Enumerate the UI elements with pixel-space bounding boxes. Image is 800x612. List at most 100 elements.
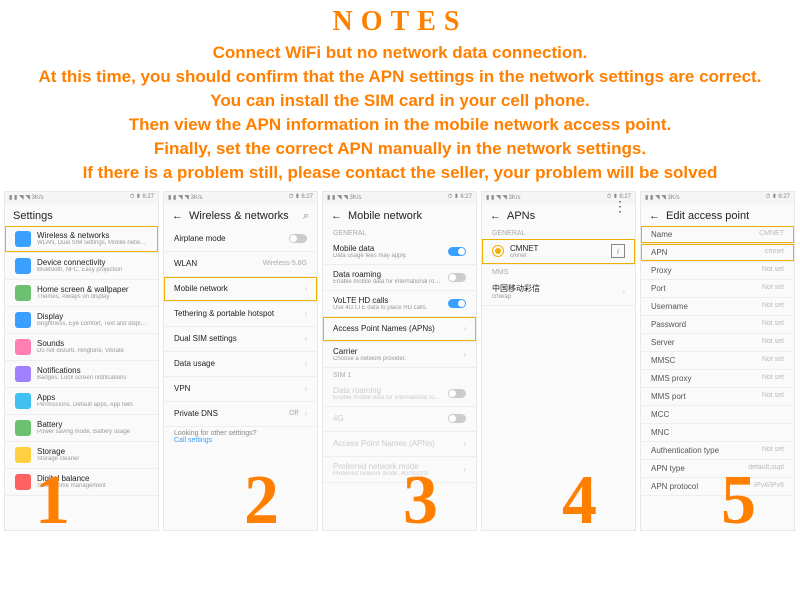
settings-item[interactable]: StorageStorage cleaner — [5, 442, 158, 469]
notes-line-4: Then view the APN information in the mob… — [0, 114, 800, 136]
apn-field[interactable]: PasswordNot set — [641, 316, 794, 334]
item-title: Notifications — [37, 366, 148, 375]
apn-field[interactable]: MCC — [641, 406, 794, 424]
mobile-network-item[interactable]: 4G — [323, 407, 476, 432]
toggle-switch[interactable] — [289, 234, 307, 243]
settings-item[interactable]: DisplayBrightness, Eye comfort, Text and… — [5, 307, 158, 334]
section-sim1: SIM 1 — [323, 368, 476, 381]
screens-row: ▮ ▮ ◥ ◥ 3K/s ⏱ ▮ 6:27 Settings Wireless … — [4, 191, 796, 531]
wireless-item[interactable]: Tethering & portable hotspot› — [164, 302, 317, 327]
apn-field[interactable]: UsernameNot set — [641, 298, 794, 316]
apn-apn-field[interactable]: APN cmnet — [641, 244, 794, 262]
settings-item[interactable]: AppsPermissions, Default apps, App twin — [5, 388, 158, 415]
title-text: Wireless & networks — [189, 210, 289, 222]
toggle-switch[interactable] — [448, 414, 466, 423]
search-icon[interactable]: ⌕ — [303, 210, 309, 223]
wireless-item[interactable]: Airplane mode — [164, 227, 317, 252]
section-general: GENERAL — [482, 226, 635, 239]
field-value: Not set — [762, 374, 784, 383]
item-title: Data roaming — [333, 386, 442, 395]
settings-icon — [15, 420, 31, 436]
field-value: IPv4/IPv6 — [754, 482, 784, 491]
settings-item[interactable]: SoundsDo not disturb, Ringtone, Vibrate — [5, 334, 158, 361]
wireless-item[interactable]: Private DNSOff› — [164, 402, 317, 427]
mobile-network-item[interactable]: Mobile dataData usage fees may apply. — [323, 239, 476, 265]
settings-item[interactable]: Digital balanceScreen time management — [5, 469, 158, 496]
apn-field[interactable]: APN protocolIPv4/IPv6 — [641, 478, 794, 496]
mobile-network-item[interactable]: Data roamingEnable mobile data for inter… — [323, 265, 476, 291]
apn-field[interactable]: APN typedefault,supl — [641, 460, 794, 478]
status-left: ▮ ▮ ◥ ◥ 3K/s — [645, 194, 680, 201]
settings-item[interactable]: Home screen & wallpaperThemes, Always on… — [5, 280, 158, 307]
apn-mms-row[interactable]: 中国移动彩信 cmwap › — [482, 278, 635, 306]
apn-field[interactable]: ServerNot set — [641, 334, 794, 352]
apn-cmnet-row[interactable]: CMNET cmnet i — [482, 239, 635, 265]
phone-wireless: ▮ ▮ ◥ ◥ 3K/s ⏱ ▮ 6:27 ← Wireless & netwo… — [163, 191, 318, 531]
toggle-switch[interactable] — [448, 389, 466, 398]
toggle-switch[interactable] — [448, 299, 466, 308]
mobile-network-item[interactable]: Data roamingEnable mobile data for inter… — [323, 381, 476, 407]
info-icon[interactable]: i — [611, 244, 625, 258]
wireless-item[interactable]: Dual SIM settings› — [164, 327, 317, 352]
apn-field[interactable]: MMSCNot set — [641, 352, 794, 370]
back-icon[interactable]: ← — [490, 210, 501, 222]
apn-name-field[interactable]: Name CMNET — [641, 226, 794, 244]
field-label: Server — [651, 338, 675, 347]
chevron-right-icon: › — [304, 409, 307, 418]
step-number-1: 1 — [35, 466, 70, 531]
settings-item[interactable]: Device connectivityBluetooth, NFC, Easy … — [5, 253, 158, 280]
item-subtitle: Do not disturb, Ringtone, Vibrate — [37, 348, 148, 354]
phone-apns: ▮ ▮ ◥ ◥ 3K/s ⏱ ▮ 6:27 ← APNs ⋮ GENERAL C… — [481, 191, 636, 531]
menu-icon[interactable]: ⋮ — [613, 198, 627, 215]
radio-selected-icon[interactable] — [492, 245, 504, 257]
apn-field[interactable]: MMS portNot set — [641, 388, 794, 406]
field-value: CMNET — [759, 230, 784, 239]
settings-item[interactable]: Wireless & networksWLAN, Dual SIM settin… — [5, 226, 158, 253]
apn-field[interactable]: MNC — [641, 424, 794, 442]
wireless-item[interactable]: Mobile network› — [164, 277, 317, 302]
mobile-network-item[interactable]: Access Point Names (APNs)› — [323, 317, 476, 342]
settings-item[interactable]: NotificationsBadges, Lock screen notific… — [5, 361, 158, 388]
wireless-item[interactable]: Data usage› — [164, 352, 317, 377]
apn-field[interactable]: PortNot set — [641, 280, 794, 298]
settings-item[interactable]: BatteryPower saving mode, Battery usage — [5, 415, 158, 442]
apn-field[interactable]: ProxyNot set — [641, 262, 794, 280]
phone-edit-apn: ▮ ▮ ◥ ◥ 3K/s ⏱ ▮ 6:27 ← Edit access poin… — [640, 191, 795, 531]
notes-line-6: If there is a problem still, please cont… — [0, 162, 800, 184]
status-left: ▮ ▮ ◥ ◥ 3K/s — [9, 194, 44, 201]
mobile-network-item[interactable]: CarrierChoose a network provider.› — [323, 342, 476, 368]
item-subtitle: Brightness, Eye comfort, Text and displa… — [37, 321, 148, 327]
mobile-network-item[interactable]: Access Point Names (APNs)› — [323, 432, 476, 457]
item-subtitle: Choose a network provider. — [333, 356, 457, 362]
mobile-network-item[interactable]: VoLTE HD callsUse 4G LTE data to place H… — [323, 291, 476, 317]
field-label: MMS proxy — [651, 374, 691, 383]
apn-name: CMNET — [510, 244, 605, 253]
wireless-item[interactable]: VPN› — [164, 377, 317, 402]
field-label: MMS port — [651, 392, 686, 401]
apn-field[interactable]: Authentication typeNot set — [641, 442, 794, 460]
title-text: Mobile network — [348, 210, 422, 222]
back-icon[interactable]: ← — [649, 210, 660, 222]
screen-title: ← Mobile network — [323, 204, 476, 226]
field-value: Not set — [762, 356, 784, 365]
step-number-2: 2 — [244, 466, 279, 531]
apn-field[interactable]: MMS proxy Not set — [641, 370, 794, 388]
toggle-switch[interactable] — [448, 247, 466, 256]
chevron-right-icon: › — [463, 465, 466, 474]
mobile-network-item[interactable]: Preferred network modePreferred network … — [323, 457, 476, 483]
item-subtitle: WLAN, Dual SIM settings, Mobile network — [37, 240, 148, 246]
item-side-value: Wireless-5.8G — [263, 260, 307, 267]
back-icon[interactable]: ← — [172, 210, 183, 222]
chevron-right-icon: › — [463, 324, 466, 333]
field-label: MNC — [651, 428, 669, 437]
item-title: Mobile network — [174, 284, 298, 293]
wireless-item[interactable]: WLANWireless-5.8G — [164, 252, 317, 277]
item-title: Airplane mode — [174, 234, 283, 243]
field-label: Username — [651, 302, 688, 311]
item-subtitle: Themes, Always on display — [37, 294, 148, 300]
back-icon[interactable]: ← — [331, 210, 342, 222]
chevron-right-icon: › — [463, 350, 466, 359]
call-settings-link[interactable]: Call settings — [164, 437, 317, 444]
field-label: APN type — [651, 464, 685, 473]
toggle-switch[interactable] — [448, 273, 466, 282]
